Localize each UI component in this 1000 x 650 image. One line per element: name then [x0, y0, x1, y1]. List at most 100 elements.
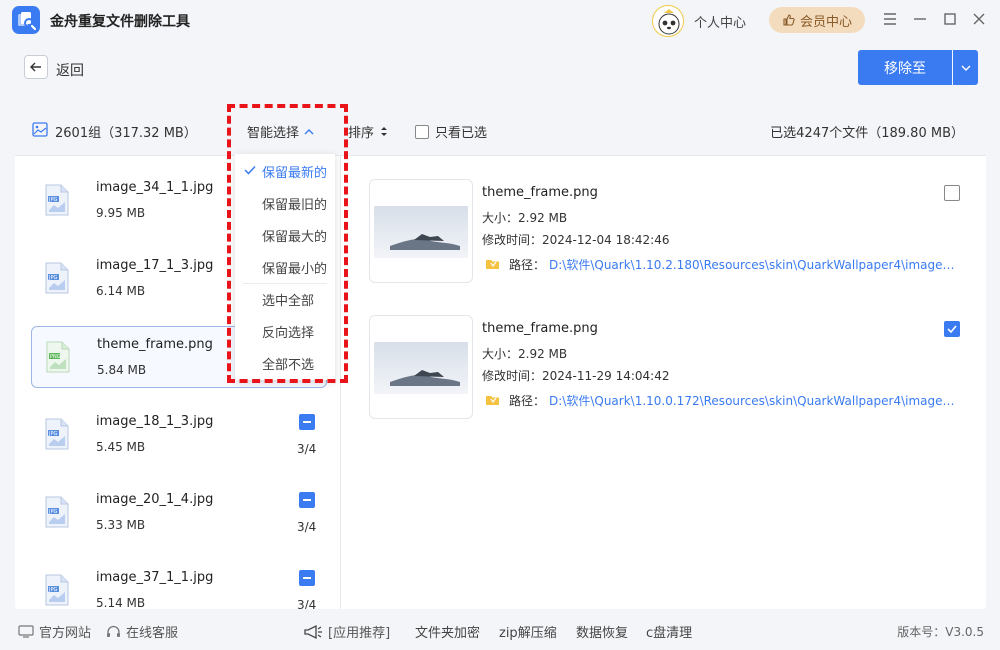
partial-check-icon[interactable]	[299, 492, 315, 508]
file-path-link[interactable]: D:\软件\Quark\1.10.2.180\Resources\skin\Qu…	[549, 256, 957, 273]
group-item[interactable]: JPG image_18_1_3.jpg 5.45 MB 3/4	[31, 404, 327, 466]
svg-text:JPG: JPG	[48, 509, 57, 515]
partial-check-icon[interactable]	[299, 414, 315, 430]
folder-icon	[485, 394, 500, 406]
smart-select-menu: 保留最新的 保留最旧的 保留最大的 保留最小的 选中全部 反向选择 全部不选	[235, 154, 335, 380]
official-site-link[interactable]: 官方网站	[18, 622, 91, 641]
file-detail-item[interactable]: theme_frame.png 大小：2.92 MB 修改时间：2024-12-…	[369, 179, 969, 283]
move-to-button[interactable]: 移除至	[858, 50, 952, 85]
checkmark-icon	[244, 165, 256, 175]
menu-item-select-none[interactable]: 全部不选	[235, 347, 335, 379]
selected-summary: 已选4247个文件（189.80 MB）	[770, 126, 964, 141]
svg-text:PNG: PNG	[50, 354, 61, 360]
group-summary: 2601组（317.32 MB）	[55, 126, 197, 141]
menu-item-keep-largest[interactable]: 保留最大的	[235, 219, 335, 251]
sort-button[interactable]: 排序	[348, 122, 388, 141]
back-button[interactable]	[24, 55, 48, 79]
group-item-count: 3/4	[297, 598, 317, 609]
checkmark-icon	[947, 325, 957, 333]
avatar[interactable]	[652, 5, 684, 37]
group-item[interactable]: JPG image_20_1_4.jpg 5.33 MB 3/4	[31, 482, 327, 544]
jpg-file-icon: JPG	[44, 262, 70, 294]
list-header: 2601组（317.32 MB） 智能选择 排序 只看已选 已选4247个文件（…	[15, 104, 986, 156]
back-label[interactable]: 返回	[56, 60, 84, 80]
version-label: 版本号：V3.0.5	[897, 625, 984, 639]
png-file-icon: PNG	[45, 341, 71, 373]
folder-icon	[485, 258, 500, 270]
file-size: 大小：2.92 MB	[482, 211, 568, 225]
partial-check-icon[interactable]	[299, 570, 315, 586]
menu-item-keep-newest[interactable]: 保留最新的	[235, 155, 335, 187]
arrow-left-icon	[30, 62, 42, 72]
recommend-link[interactable]: [应用推荐]	[303, 622, 390, 641]
menu-item-invert-selection[interactable]: 反向选择	[235, 315, 335, 347]
svg-text:JPG: JPG	[48, 197, 57, 203]
group-item-size: 6.14 MB	[96, 284, 146, 298]
image-group-icon	[32, 122, 48, 137]
group-item-size: 5.84 MB	[97, 363, 147, 377]
file-modified-time: 修改时间：2024-11-29 14:04:42	[482, 369, 670, 383]
file-path-link[interactable]: D:\软件\Quark\1.10.0.172\Resources\skin\Qu…	[549, 392, 957, 409]
file-checkbox-checked[interactable]	[944, 321, 960, 337]
only-checked-toggle[interactable]: 只看已选	[415, 122, 487, 141]
zip-tool-link[interactable]: zip解压缩	[499, 622, 557, 641]
c-drive-cleanup-link[interactable]: c盘清理	[646, 622, 692, 641]
maximize-icon[interactable]	[941, 10, 959, 28]
file-thumbnail	[369, 179, 473, 283]
sort-label: 排序	[348, 126, 375, 141]
vip-center-button[interactable]: 会员中心	[769, 7, 865, 33]
group-item-name: image_17_1_3.jpg	[96, 258, 214, 273]
group-item-size: 9.95 MB	[96, 206, 146, 220]
group-item[interactable]: JPG image_37_1_1.jpg 5.14 MB 3/4	[31, 560, 327, 609]
svg-text:JPG: JPG	[48, 431, 57, 437]
group-item-size: 5.33 MB	[96, 518, 146, 532]
menu-item-keep-oldest[interactable]: 保留最旧的	[235, 187, 335, 219]
file-detail-item[interactable]: theme_frame.png 大小：2.92 MB 修改时间：2024-11-…	[369, 315, 969, 419]
file-name: theme_frame.png	[482, 185, 598, 200]
file-thumbnail	[369, 315, 473, 419]
smart-select-label: 智能选择	[247, 126, 300, 141]
headset-icon	[106, 625, 121, 639]
jpg-file-icon: JPG	[44, 496, 70, 528]
only-checked-label: 只看已选	[435, 126, 488, 141]
data-recovery-link[interactable]: 数据恢复	[576, 622, 628, 641]
title-bar: 金舟重复文件删除工具 个人中心 会员中心	[0, 0, 1000, 40]
chevron-down-icon	[961, 65, 971, 71]
chevron-up-icon	[304, 128, 314, 135]
smart-select-button[interactable]: 智能选择	[247, 122, 314, 141]
file-checkbox[interactable]	[944, 185, 960, 201]
minimize-icon[interactable]	[911, 10, 929, 28]
group-item-count: 3/4	[297, 442, 317, 456]
menu-icon[interactable]	[881, 10, 899, 28]
jpg-file-icon: JPG	[44, 184, 70, 216]
sort-icon	[380, 126, 388, 137]
personal-center-link[interactable]: 个人中心	[694, 12, 746, 31]
folder-encrypt-link[interactable]: 文件夹加密	[415, 622, 480, 641]
thumbs-up-icon	[782, 13, 796, 27]
group-item-size: 5.45 MB	[96, 440, 146, 454]
app-logo-icon	[12, 6, 40, 34]
group-item-name: image_37_1_1.jpg	[96, 570, 214, 585]
app-title: 金舟重复文件删除工具	[50, 14, 190, 30]
main-panel: 2601组（317.32 MB） 智能选择 排序 只看已选 已选4247个文件（…	[15, 104, 986, 609]
vip-center-label: 会员中心	[799, 14, 852, 30]
file-name: theme_frame.png	[482, 321, 598, 336]
menu-item-select-all[interactable]: 选中全部	[235, 283, 335, 315]
group-item-count: 3/4	[297, 520, 317, 534]
file-detail-list: theme_frame.png 大小：2.92 MB 修改时间：2024-12-…	[342, 156, 986, 609]
monitor-icon	[18, 625, 34, 638]
jpg-file-icon: JPG	[44, 418, 70, 450]
move-to-dropdown-button[interactable]	[953, 50, 978, 85]
group-item-size: 5.14 MB	[96, 596, 146, 609]
megaphone-icon	[303, 624, 323, 640]
file-modified-time: 修改时间：2024-12-04 18:42:46	[482, 233, 670, 247]
group-item-name: theme_frame.png	[97, 337, 213, 352]
svg-text:JPG: JPG	[48, 587, 57, 593]
group-item-name: image_20_1_4.jpg	[96, 492, 214, 507]
online-service-link[interactable]: 在线客服	[106, 622, 178, 641]
close-icon[interactable]	[970, 10, 988, 28]
file-size: 大小：2.92 MB	[482, 347, 568, 361]
menu-item-keep-smallest[interactable]: 保留最小的	[235, 251, 335, 283]
only-checked-checkbox[interactable]	[415, 124, 429, 139]
group-item-name: image_18_1_3.jpg	[96, 414, 214, 429]
